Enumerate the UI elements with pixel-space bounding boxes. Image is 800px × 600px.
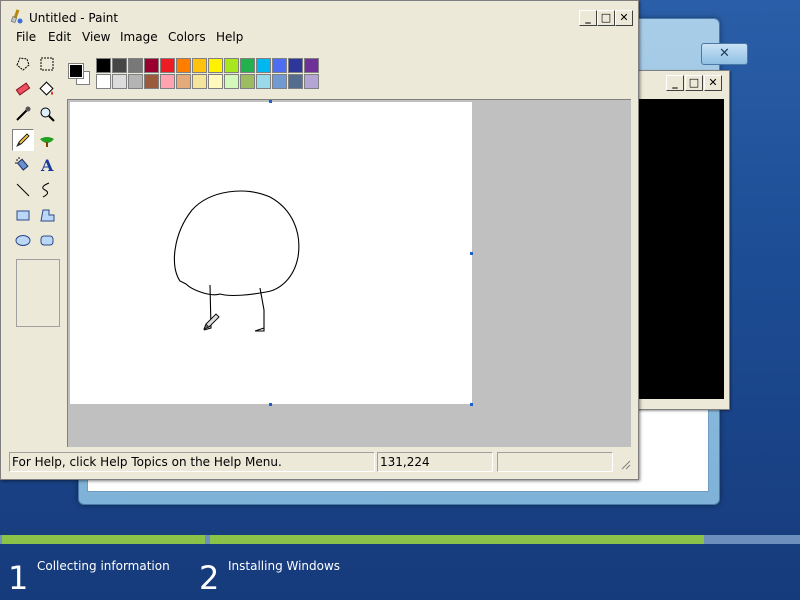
palette-swatch[interactable] (144, 58, 159, 73)
current-colors (67, 58, 93, 88)
drawing-strokes (173, 190, 300, 332)
palette-swatch[interactable] (304, 74, 319, 89)
tool-options-box[interactable] (16, 259, 60, 327)
palette-swatch[interactable] (208, 74, 223, 89)
palette-swatch[interactable] (272, 58, 287, 73)
resize-handle-bottom[interactable] (269, 403, 272, 406)
status-bar: For Help, click Help Topics on the Help … (9, 452, 633, 472)
palette-swatch[interactable] (224, 58, 239, 73)
menu-bar: File Edit View Image Colors Help (1, 27, 638, 49)
rectangle-icon[interactable] (12, 204, 34, 226)
polygon-icon[interactable] (36, 204, 58, 226)
console-close-button[interactable]: ✕ (704, 75, 722, 91)
magnifier-icon[interactable] (36, 103, 58, 125)
resize-handle-corner[interactable] (470, 403, 473, 406)
resize-handle-top[interactable] (269, 100, 272, 103)
brush-icon[interactable] (36, 129, 58, 151)
palette-swatch[interactable] (160, 58, 175, 73)
palette-swatch[interactable] (128, 58, 143, 73)
curve-icon[interactable] (36, 179, 58, 201)
step-1-label: Collecting information (37, 559, 170, 573)
palette-swatch[interactable] (192, 74, 207, 89)
palette-swatch[interactable] (256, 74, 271, 89)
palette-swatch[interactable] (224, 74, 239, 89)
color-palette (96, 58, 326, 90)
palette-swatch[interactable] (160, 74, 175, 89)
progress-fill-step2 (210, 535, 704, 544)
palette-swatch[interactable] (256, 58, 271, 73)
palette-swatch[interactable] (240, 58, 255, 73)
line-icon[interactable] (12, 179, 34, 201)
canvas-area (67, 99, 631, 447)
palette-swatch[interactable] (144, 74, 159, 89)
airbrush-icon[interactable] (12, 154, 34, 176)
step-2-label: Installing Windows (228, 559, 341, 573)
select-icon[interactable] (36, 53, 58, 75)
menu-edit[interactable]: Edit (48, 30, 71, 44)
toolbox: A (9, 53, 63, 446)
paint-window[interactable]: Untitled - Paint _ □ ✕ File Edit View Im… (0, 0, 639, 480)
palette-swatch[interactable] (304, 58, 319, 73)
menu-colors[interactable]: Colors (168, 30, 206, 44)
palette-swatch[interactable] (288, 58, 303, 73)
pencil-cursor-icon (203, 313, 220, 330)
eraser-icon[interactable] (12, 78, 34, 100)
menu-image[interactable]: Image (120, 30, 158, 44)
palette-swatch[interactable] (288, 74, 303, 89)
step-1-number: 1 (8, 559, 29, 597)
palette-swatch[interactable] (112, 74, 127, 89)
resize-handle-right[interactable] (470, 252, 473, 255)
status-coordinates: 131,224 (377, 452, 493, 472)
palette-swatch[interactable] (96, 74, 111, 89)
minimize-button[interactable]: _ (579, 10, 597, 26)
free-form-select-icon[interactable] (12, 53, 34, 75)
window-title: Untitled - Paint (29, 11, 119, 25)
svg-text:A: A (40, 156, 54, 174)
setup-progress-bar (0, 533, 800, 545)
status-help-text: For Help, click Help Topics on the Help … (9, 452, 375, 472)
palette-swatch[interactable] (112, 58, 127, 73)
console-minimize-button[interactable]: _ (666, 75, 684, 91)
palette-swatch[interactable] (240, 74, 255, 89)
close-button[interactable]: ✕ (615, 10, 633, 26)
primary-color-swatch[interactable] (68, 63, 84, 79)
palette-swatch[interactable] (208, 58, 223, 73)
drawing-canvas[interactable] (70, 102, 472, 404)
paint-app-icon[interactable] (9, 9, 25, 25)
status-size (497, 452, 613, 472)
maximize-button[interactable]: □ (597, 10, 615, 26)
progress-fill-step1 (2, 535, 205, 544)
palette-swatch[interactable] (176, 74, 191, 89)
console-titlebar[interactable]: _ □ ✕ (626, 71, 729, 93)
rounded-rectangle-icon[interactable] (36, 229, 58, 251)
menu-view[interactable]: View (82, 30, 110, 44)
pick-color-icon[interactable] (12, 103, 34, 125)
palette-swatch[interactable] (272, 74, 287, 89)
menu-file[interactable]: File (16, 30, 36, 44)
step-2-number: 2 (199, 559, 220, 597)
console-maximize-button[interactable]: □ (685, 75, 703, 91)
palette-swatch[interactable] (96, 58, 111, 73)
setup-close-button[interactable]: ✕ (701, 43, 748, 65)
pencil-icon[interactable] (12, 129, 34, 151)
text-icon[interactable]: A (36, 154, 58, 176)
palette-swatch[interactable] (176, 58, 191, 73)
console-window[interactable]: _ □ ✕ (625, 70, 730, 410)
ellipse-icon[interactable] (12, 229, 34, 251)
size-grip-icon[interactable] (619, 458, 631, 470)
palette-swatch[interactable] (128, 74, 143, 89)
fill-with-color-icon[interactable] (36, 78, 58, 100)
palette-swatch[interactable] (192, 58, 207, 73)
console-output[interactable] (632, 99, 724, 399)
menu-help[interactable]: Help (216, 30, 243, 44)
